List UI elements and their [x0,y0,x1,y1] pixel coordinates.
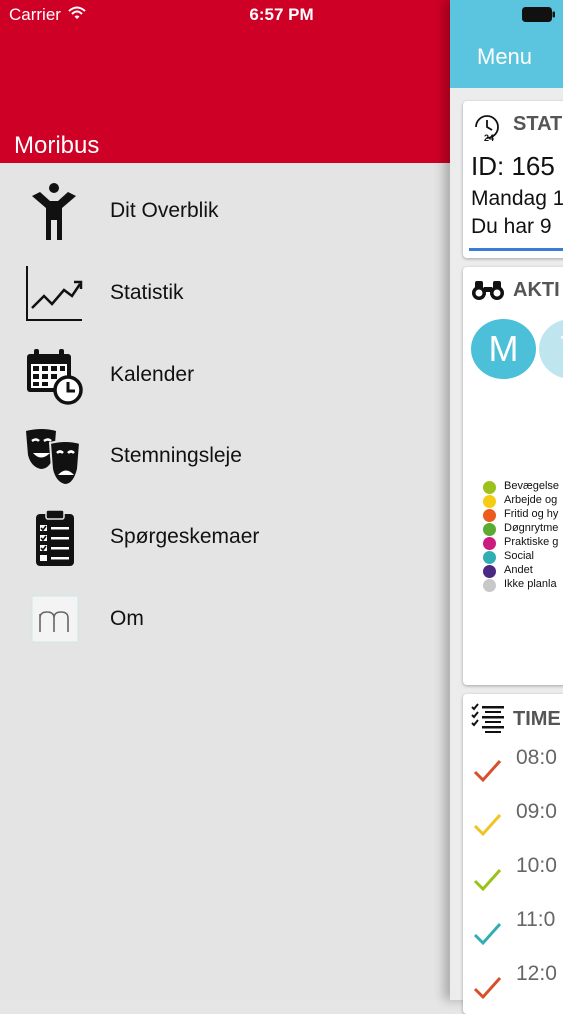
legend-dot [483,509,496,522]
menu-item-label: Spørgeskemaer [110,525,260,548]
timeline-time: 11:0 [516,908,556,931]
menu-item-label: Statistik [110,281,184,304]
legend-dot [483,481,496,494]
activity-card[interactable]: AKTI M T Bevægelse Arbejde og Fritid og … [463,267,563,685]
check-icon[interactable] [473,867,503,893]
svg-text:24: 24 [484,133,494,142]
timeline-time: 08:0 [516,746,557,769]
timeline-time: 10:0 [516,854,557,877]
menu-item-om[interactable]: Om [0,580,450,658]
legend-label: Praktiske g [504,536,559,548]
info-line: Du har 9 [471,215,552,238]
check-icon[interactable] [473,812,503,838]
participant-id: ID: 165 [471,151,555,181]
legend-label: Ikke planla [504,578,557,590]
day-bubble-tuesday[interactable]: T [539,319,563,379]
clock-24h-icon: 24 [475,115,499,142]
day-bubble-letter: M [488,328,519,369]
status-card-title: STAT [513,113,563,135]
main-view: Menu 24 STAT ID: 165 Mandag 1 Du har 9 A… [450,0,563,1014]
activity-card-title: AKTI [513,279,560,301]
checklist-icon [471,703,504,733]
menu-item-label: Kalender [110,363,195,386]
moribus-logo-icon [31,595,79,643]
timeline-time: 09:0 [516,800,557,823]
battery-icon [522,7,555,22]
legend-dot [483,523,496,536]
menu-item-label: Stemningsleje [110,444,242,467]
day-bubble-monday[interactable]: M [471,319,536,379]
timeline-card[interactable]: TIME 08:0 09:0 10:0 11:0 12:0 [463,694,563,1014]
check-icon[interactable] [473,921,503,947]
day-bubble-letter: T [539,328,563,370]
binoculars-icon [472,281,504,300]
menu-button[interactable]: Menu [477,44,532,70]
legend-dot [483,537,496,550]
date-line: Mandag 1 [471,187,563,210]
line-chart-icon [26,266,83,321]
side-menu: Moribus Dit Overblik Statistik Kalender … [0,0,450,1000]
legend-dot [483,551,496,564]
menu-item-label: Om [110,607,144,630]
menu-item-statistik[interactable]: Statistik [0,254,450,332]
timeline-card-title: TIME [513,708,561,730]
legend-dot [483,495,496,508]
legend-label: Bevægelse [504,480,560,492]
menu-item-label: Dit Overblik [110,199,219,222]
legend-dot [483,565,496,578]
theater-masks-icon [26,429,82,487]
legend-label: Social [504,550,534,562]
check-icon[interactable] [473,758,503,784]
progress-underline [469,248,563,251]
calendar-clock-icon [27,349,83,405]
menu-item-stemningsleje[interactable]: Stemningsleje [0,417,450,495]
check-icon[interactable] [473,975,503,1001]
legend-label: Døgnrytme [504,522,559,534]
timeline-time: 12:0 [516,962,557,985]
menu-item-spoergeskemaer[interactable]: Spørgeskemaer [0,498,450,576]
status-card[interactable]: 24 STAT ID: 165 Mandag 1 Du har 9 [463,101,563,258]
clipboard-checklist-icon [36,509,74,566]
menu-item-kalender[interactable]: Kalender [0,336,450,414]
legend-label: Andet [504,564,533,576]
legend-dot [483,579,496,592]
legend-label: Fritid og hy [504,508,559,520]
app-title: Moribus [14,132,100,159]
person-icon [32,183,76,240]
menu-item-dit-overblik[interactable]: Dit Overblik [0,172,450,250]
status-bar-time: 6:57 PM [249,5,314,24]
legend-label: Arbejde og [504,494,558,506]
